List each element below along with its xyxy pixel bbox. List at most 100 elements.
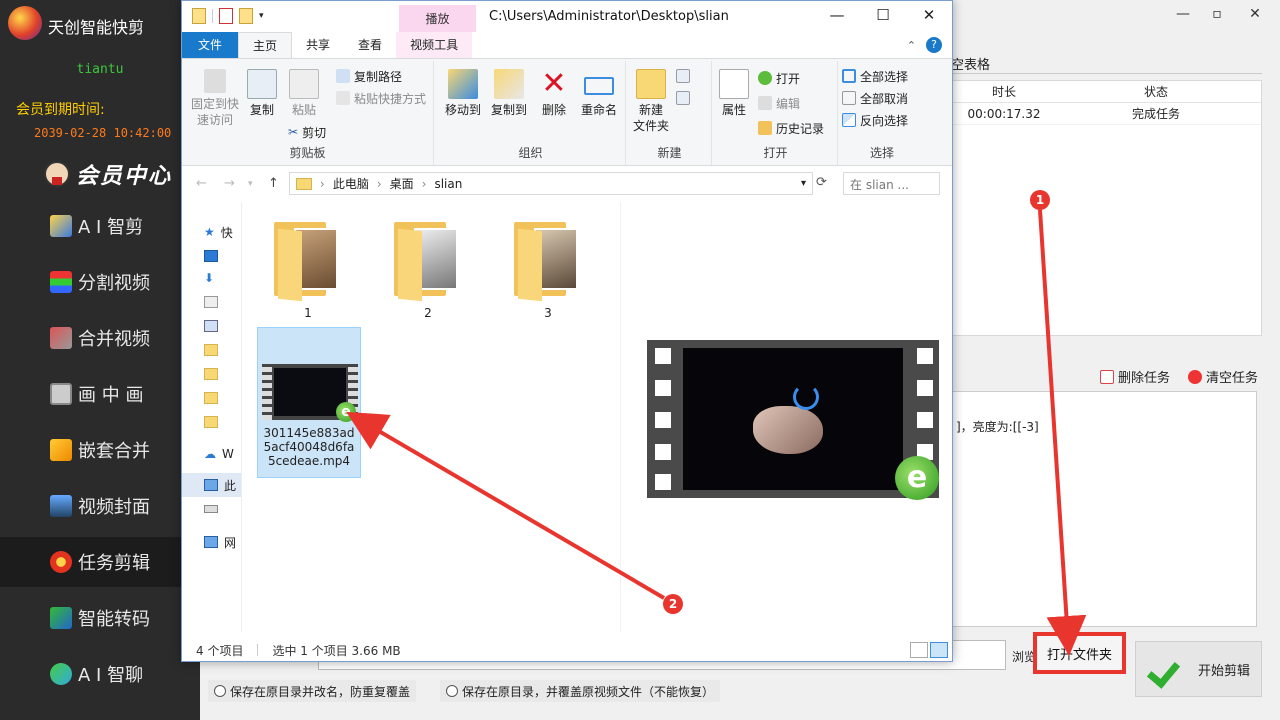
sidebar-item-ai-chat[interactable]: A I 智聊 — [0, 649, 200, 699]
edit-button[interactable]: 编辑 — [758, 94, 800, 112]
explorer-close-button[interactable]: ✕ — [914, 6, 944, 26]
video-cover-icon — [50, 495, 72, 517]
folder-item[interactable]: 1 — [256, 204, 360, 320]
copy-path-button[interactable]: 复制路径 — [336, 67, 402, 85]
member-center-button[interactable]: 会员中心 — [44, 158, 172, 190]
column-header-duration: 时长 — [991, 85, 1016, 99]
sidebar-item-merge-video[interactable]: 合并视频 — [0, 313, 200, 363]
large-icons-view-icon[interactable] — [930, 642, 948, 658]
breadcrumb-this-pc[interactable]: 此电脑 — [333, 175, 369, 192]
nav-item[interactable] — [182, 362, 241, 386]
sidebar-item-task-edit[interactable]: 任务剪辑 — [0, 537, 200, 587]
cut-button[interactable]: ✂ 剪切 — [288, 123, 326, 141]
breadcrumb-slian[interactable]: slian — [434, 177, 462, 191]
sidebar-item-split-video[interactable]: 分割视频 — [0, 257, 200, 307]
tab-home[interactable]: 主页 — [238, 32, 293, 58]
folder-item[interactable]: 2 — [376, 204, 480, 320]
pin-quick-access-button[interactable]: 固定到快 速访问 — [188, 69, 242, 128]
nav-item[interactable] — [182, 386, 241, 410]
context-tab-play[interactable]: 播放 — [399, 10, 476, 27]
annotation-badge-1: 1 — [1030, 190, 1050, 210]
start-edit-button[interactable]: 开始剪辑 — [1135, 641, 1262, 697]
explorer-minimize-button[interactable]: — — [822, 6, 852, 26]
rename-label: 重命名 — [580, 103, 617, 117]
nav-label: 此 — [224, 478, 237, 493]
minimize-button[interactable]: — — [1168, 6, 1198, 26]
maximize-button[interactable]: ▫ — [1202, 6, 1232, 26]
clear-task-button[interactable]: 清空任务 — [1188, 367, 1258, 386]
paste-button[interactable]: 粘贴 — [286, 69, 322, 118]
explorer-navbar: ← → ▾ ↑ › 此电脑 › 桌面 › slian ▾ ⟳ 在 slian .… — [182, 166, 952, 202]
vip-avatar-icon — [44, 161, 70, 187]
open-folder-button[interactable]: 打开文件夹 — [1033, 632, 1126, 674]
invert-selection-button[interactable]: 反向选择 — [842, 111, 908, 129]
new-item-button[interactable] — [676, 67, 690, 85]
details-view-icon[interactable] — [910, 642, 928, 658]
search-input[interactable]: 在 slian ... — [843, 172, 940, 195]
nav-item[interactable]: ⬇ — [182, 266, 241, 290]
breadcrumb-desktop[interactable]: 桌面 — [390, 175, 414, 192]
up-arrow-icon[interactable]: ↑ — [268, 176, 279, 191]
sidebar-item-ai-edit[interactable]: A I 智剪 — [0, 201, 200, 251]
select-none-button[interactable]: 全部取消 — [842, 89, 908, 107]
nav-item[interactable] — [182, 410, 241, 434]
clear-table-button[interactable]: 空表格 — [951, 54, 990, 73]
pictures-icon — [204, 320, 218, 332]
qat-dropdown-icon[interactable]: ▾ — [259, 11, 264, 21]
new-folder-button[interactable]: 新建 文件夹 — [630, 69, 672, 134]
delete-button[interactable]: ✕ 删除 — [536, 69, 572, 118]
tab-share[interactable]: 共享 — [292, 32, 344, 58]
sidebar-item-label: 智能转码 — [78, 609, 150, 630]
nav-item[interactable] — [182, 290, 241, 314]
recent-dropdown-icon[interactable]: ▾ — [248, 179, 253, 189]
nav-onedrive[interactable]: ☁ W — [182, 442, 241, 466]
properties-icon[interactable] — [219, 8, 233, 24]
split-video-icon — [50, 271, 72, 293]
nav-network[interactable]: 网 — [182, 530, 241, 554]
back-arrow-icon[interactable]: ← — [196, 176, 207, 191]
nav-this-pc[interactable]: 此 — [182, 473, 241, 497]
delete-task-button[interactable]: 删除任务 — [1100, 367, 1170, 386]
properties-button[interactable]: 属性 — [716, 69, 752, 118]
select-none-label: 全部取消 — [860, 91, 909, 106]
copy-to-button[interactable]: 复制到 — [486, 69, 532, 118]
collapse-ribbon-icon[interactable]: ⌃ — [907, 39, 916, 52]
video-file-item[interactable]: e 301145e883ad5acf40048d6fa5cedeae.mp4 — [257, 327, 361, 478]
history-button[interactable]: 历史记录 — [758, 119, 824, 137]
new-folder-icon[interactable] — [239, 8, 253, 24]
tab-video-tools[interactable]: 视频工具 — [396, 32, 473, 58]
address-bar[interactable]: › 此电脑 › 桌面 › slian ▾ — [289, 172, 813, 195]
forward-arrow-icon[interactable]: → — [224, 176, 235, 191]
help-icon[interactable]: ? — [926, 37, 942, 53]
folder-icon[interactable] — [192, 8, 206, 24]
explorer-maximize-button[interactable]: ☐ — [868, 6, 898, 26]
rename-button[interactable]: 重命名 — [576, 69, 622, 118]
sidebar-item-transcode[interactable]: 智能转码 — [0, 593, 200, 643]
radio-save-rename[interactable]: 保存在原目录并改名，防重复覆盖 — [208, 680, 417, 702]
tab-view[interactable]: 查看 — [344, 32, 396, 58]
sidebar-item-nested-merge[interactable]: 嵌套合并 — [0, 425, 200, 475]
address-dropdown-icon[interactable]: ▾ — [801, 178, 806, 189]
nav-label: 快 — [220, 225, 233, 240]
invert-selection-label: 反向选择 — [860, 113, 909, 128]
nav-item[interactable] — [182, 244, 241, 268]
nav-item[interactable] — [182, 314, 241, 338]
paste-shortcut-button[interactable]: 粘贴快捷方式 — [336, 89, 426, 107]
refresh-icon[interactable]: ⟳ — [816, 175, 831, 190]
folder-item[interactable]: 3 — [496, 204, 600, 320]
sidebar-item-video-cover[interactable]: 视频封面 — [0, 481, 200, 531]
sidebar-item-picture-in-picture[interactable]: 画 中 画 — [0, 369, 200, 419]
radio-save-overwrite[interactable]: 保存在原目录，并覆盖原视频文件（不能恢复） — [440, 680, 721, 702]
move-to-button[interactable]: 移动到 — [440, 69, 486, 118]
close-button[interactable]: ✕ — [1240, 6, 1270, 26]
open-button[interactable]: 打开 — [758, 69, 800, 87]
copy-button[interactable]: 复制 — [244, 69, 280, 118]
tab-file[interactable]: 文件 — [182, 32, 239, 58]
easy-access-button[interactable] — [676, 89, 690, 107]
edit-label: 编辑 — [776, 96, 801, 111]
table-row[interactable]: 00:00:17.32 完成任务 — [952, 103, 1261, 125]
select-all-button[interactable]: 全部选择 — [842, 67, 908, 85]
nav-item[interactable] — [182, 497, 241, 521]
nav-item[interactable] — [182, 338, 241, 362]
nav-quick-access[interactable]: ★ 快 — [182, 220, 241, 244]
